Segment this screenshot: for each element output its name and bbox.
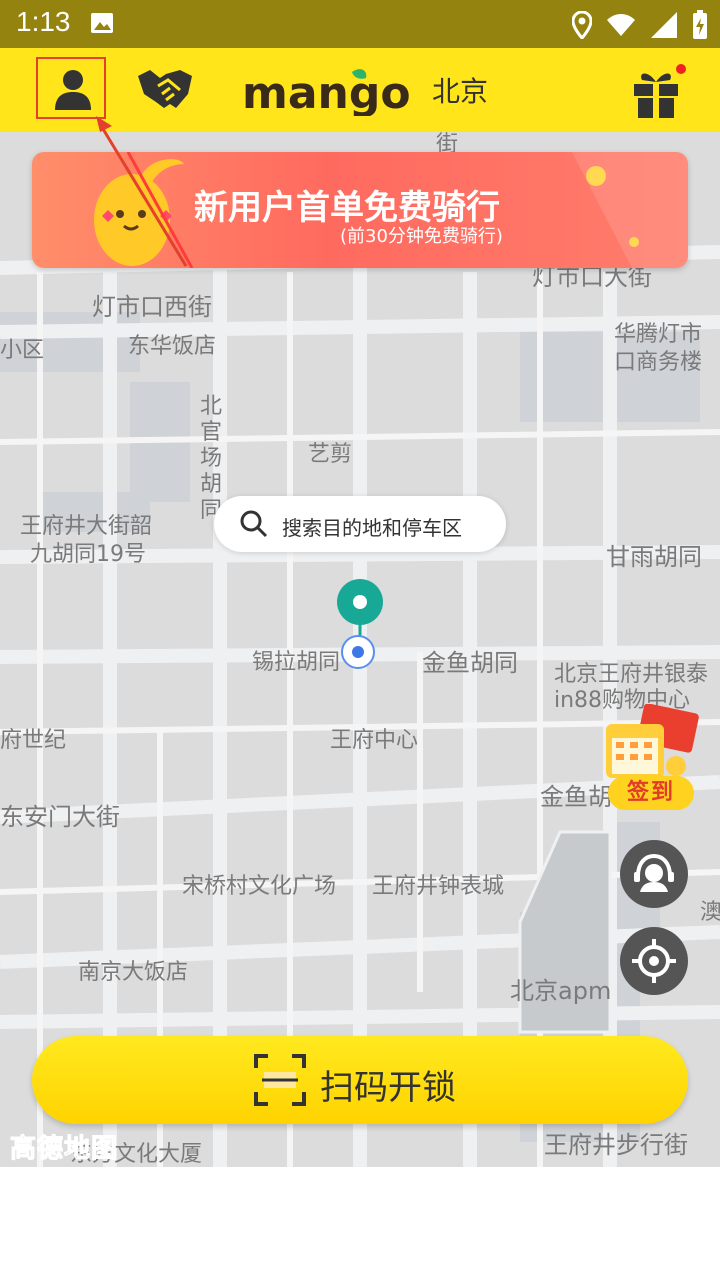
map-label: 锡拉胡同: [252, 650, 341, 675]
customer-service-button[interactable]: [620, 840, 688, 908]
gift-icon[interactable]: [630, 62, 682, 120]
map-label: 九胡同19号: [30, 542, 146, 567]
map-label: 东华饭店: [128, 334, 217, 359]
map-label: 澳: [700, 900, 720, 925]
map-label: 王府中心: [330, 728, 419, 753]
status-time: 1:13: [16, 6, 71, 37]
notification-dot: [676, 64, 686, 74]
checkin-widget[interactable]: 签到: [600, 703, 700, 812]
battery-charging-icon: [693, 10, 707, 39]
headset-icon: [634, 853, 674, 892]
search-icon: [240, 510, 268, 538]
scan-unlock-label: 扫码开锁: [320, 1068, 456, 1108]
handshake-icon[interactable]: [136, 64, 194, 114]
location-icon: [572, 11, 592, 39]
map-label: 北京王府井银泰: [554, 662, 709, 687]
search-placeholder: 搜索目的地和停车区: [282, 516, 462, 540]
user-icon: [55, 70, 91, 110]
city-selector[interactable]: 北京: [432, 70, 488, 110]
map-label: 华腾灯市: [614, 322, 703, 347]
mango-logo: mango: [242, 68, 411, 116]
crosshair-icon: [632, 939, 676, 983]
promo-banner[interactable]: 新用户首单免费骑行 (前30分钟免费骑行): [32, 152, 688, 268]
map-label: 小区: [0, 338, 45, 363]
user-profile-button[interactable]: [36, 57, 106, 119]
location-pin-icon: [337, 579, 383, 669]
map-label: 灯市口西街: [92, 293, 212, 321]
map-label: 金鱼胡同: [422, 649, 518, 677]
map-label: 府世纪: [0, 728, 67, 753]
map-label: 东安门大街: [0, 803, 120, 831]
image-notification-icon: [91, 13, 113, 33]
scan-unlock-button[interactable]: 扫码开锁: [32, 1036, 688, 1124]
banner-subtitle: (前30分钟免费骑行): [340, 226, 503, 247]
map-label: 南京大饭店: [78, 960, 189, 985]
map-label: 北京apm: [510, 977, 612, 1005]
top-app-bar: mango 北京: [0, 48, 720, 132]
map-label: 甘雨胡同: [606, 543, 702, 571]
map-label: 王府井大街韶: [20, 514, 153, 539]
signal-icon: [651, 12, 677, 38]
status-bar: 1:13: [0, 0, 720, 48]
map-label: 宋桥村文化广场: [182, 874, 337, 899]
scan-icon: [254, 1054, 306, 1106]
map-label: 口商务楼: [614, 350, 703, 375]
destination-search[interactable]: 搜索目的地和停车区: [214, 496, 506, 552]
recenter-location-button[interactable]: [620, 927, 688, 995]
logo-text: mango: [242, 68, 411, 116]
map-attribution: 高德地图: [9, 1134, 119, 1165]
wifi-icon: [607, 14, 635, 36]
map-label: 王府井钟表城: [372, 874, 505, 899]
map-label: 王府井步行街: [544, 1131, 688, 1159]
checkin-label: 签到: [608, 776, 694, 810]
calendar-gift-icon: [606, 703, 699, 778]
map-label: 艺剪: [308, 442, 353, 467]
